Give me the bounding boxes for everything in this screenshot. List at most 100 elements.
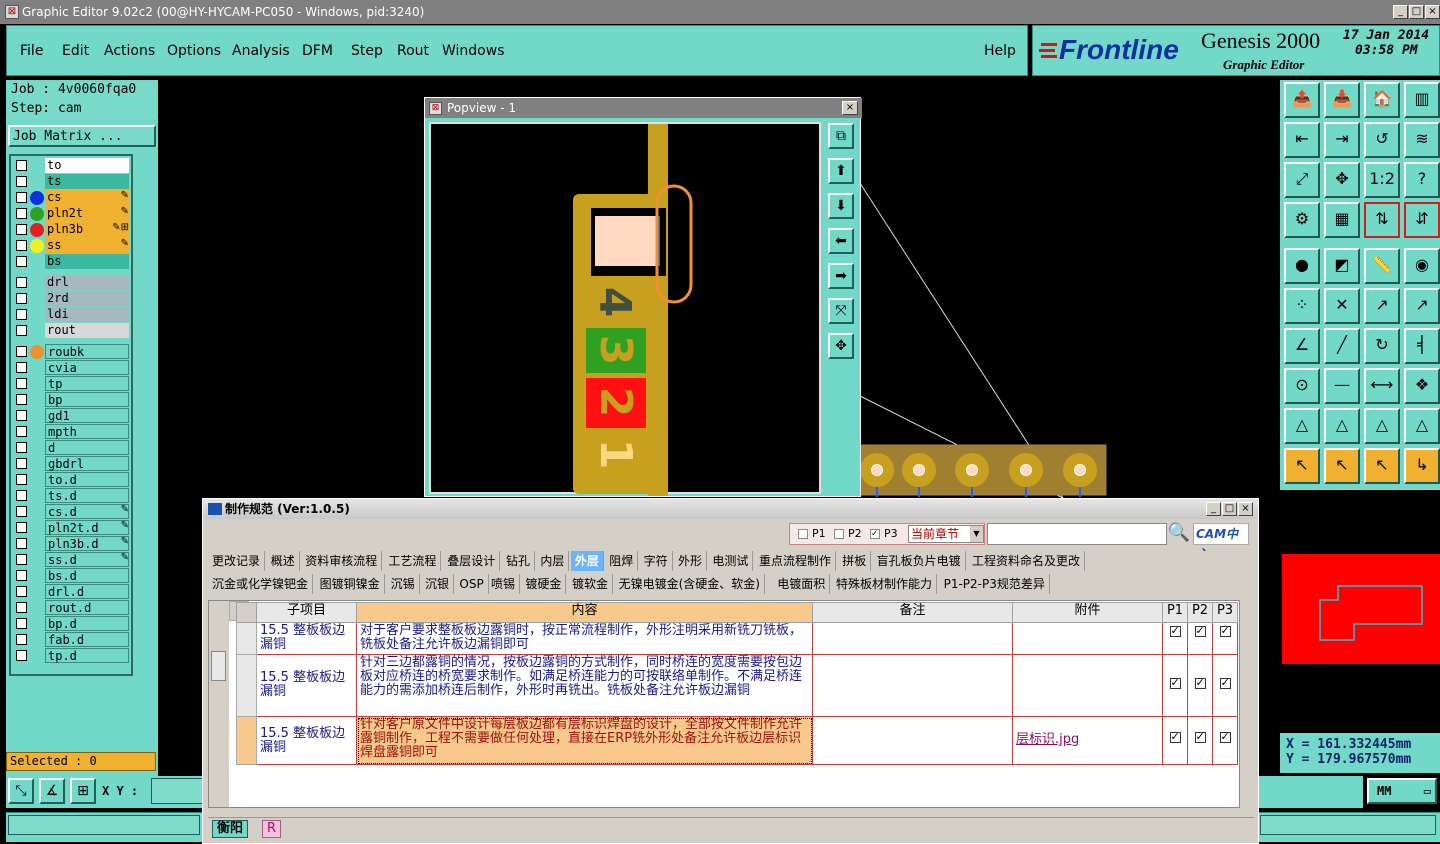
overview-window[interactable] xyxy=(1282,490,1440,732)
target-icon[interactable]: ⊙ xyxy=(1284,368,1320,404)
snap-icon[interactable]: ≋ xyxy=(1404,122,1440,158)
spec-dialog[interactable]: 制作规范 (Ver:1.0.5) _ □ × P1 P2 ✓ P3 当前章节 ▼ … xyxy=(202,498,1259,844)
layer-checkbox[interactable] xyxy=(16,426,27,437)
layer-row-bs-d[interactable]: bs.d xyxy=(11,568,135,583)
tab-tabs1-10[interactable]: 外形 xyxy=(674,551,708,571)
select-icon[interactable]: ↖ xyxy=(1364,448,1400,484)
split-view-icon[interactable]: ▥ xyxy=(1404,82,1440,118)
layer-checkbox[interactable] xyxy=(16,277,27,288)
search-icon[interactable]: 🔍 xyxy=(1167,522,1191,546)
menu-windows[interactable]: Windows xyxy=(442,43,505,59)
layer-checkbox[interactable] xyxy=(16,602,27,613)
node-icon[interactable]: ⁘ xyxy=(1284,288,1320,324)
select-icon[interactable]: ↖ xyxy=(1284,448,1320,484)
p1-filter-checkbox[interactable] xyxy=(798,529,808,539)
layer-name[interactable]: pln2t.d xyxy=(45,520,129,535)
layer-checkbox[interactable] xyxy=(16,325,27,336)
p2-checkbox[interactable] xyxy=(1194,624,1206,638)
layer-row-cvia[interactable]: cvia xyxy=(11,360,135,375)
triangle-icon[interactable]: △ xyxy=(1404,408,1440,444)
tab-tabs1-3[interactable]: 工艺流程 xyxy=(384,551,442,571)
layer-row-cs[interactable]: cs ✎ xyxy=(11,190,135,205)
pan-left-icon[interactable]: ⇤ xyxy=(1284,122,1320,158)
tab-tabs2-8[interactable]: 无镍电镀金(含硬金、软金) xyxy=(615,574,765,594)
popview-window[interactable]: Popview - 1 ⊠ × 4 3 2 1 ⧉ ⬆ ⬇ ⬅ ➡ ⤧ ✥ xyxy=(424,97,862,497)
layer-checkbox[interactable] xyxy=(16,160,27,171)
table-row[interactable]: 15.5 整板板边漏铜 针对三边都露铜的情况，按板边露铜的方式制作，同时桥连的宽… xyxy=(236,654,1238,717)
menu-rout[interactable]: Rout xyxy=(397,43,429,59)
layer-checkbox[interactable] xyxy=(16,293,27,304)
scope-select[interactable]: 当前章节 ▼ xyxy=(908,525,984,543)
menu-actions[interactable]: Actions xyxy=(104,43,155,59)
layer-row-rout[interactable]: rout xyxy=(11,323,135,338)
layer-row-d[interactable]: d xyxy=(11,440,135,455)
layer-name[interactable]: rout.d xyxy=(45,600,129,615)
fill-icon[interactable]: ◩ xyxy=(1324,248,1360,284)
menu-options[interactable]: Options xyxy=(167,43,221,59)
layer-checkbox[interactable] xyxy=(16,224,27,235)
layer-row-gbdrl[interactable]: gbdrl xyxy=(11,456,135,471)
p1-checkbox[interactable] xyxy=(1169,676,1181,690)
p3-filter-checkbox[interactable]: ✓ xyxy=(870,529,880,539)
layer-name[interactable]: rout xyxy=(45,323,129,338)
tab-tabs1-8[interactable]: 阻焊 xyxy=(605,551,639,571)
popview-center-icon[interactable]: ✥ xyxy=(828,333,854,359)
grid-left-scrollbar[interactable] xyxy=(209,601,229,807)
layer-checkbox[interactable] xyxy=(16,410,27,421)
settings-icon[interactable]: ⚙ xyxy=(1284,202,1320,238)
layer-checkbox[interactable] xyxy=(16,309,27,320)
layer-down-icon[interactable]: ⇵ xyxy=(1404,202,1440,238)
menu-dfm[interactable]: DFM xyxy=(302,43,333,59)
tab-tabs2-0[interactable]: 沉金或化学镍钯金 xyxy=(208,574,314,594)
layer-checkbox[interactable] xyxy=(16,442,27,453)
tab-tabs1-14[interactable]: 盲孔板负片电镀 xyxy=(873,551,966,571)
col-p3-header[interactable]: P3 xyxy=(1212,602,1238,623)
popview-close-button[interactable]: × xyxy=(842,101,858,115)
table-row[interactable]: 15.5 整板板边漏铜 对于客户要求整板板边露铜时，按正常流程制作，外形注明采用… xyxy=(236,622,1238,655)
layer-row-tp-d[interactable]: tp.d xyxy=(11,648,135,663)
export-icon[interactable]: 📤 xyxy=(1284,82,1320,118)
layer-row-cs-d[interactable]: cs.d ✎ xyxy=(11,504,135,519)
layer-checkbox[interactable] xyxy=(16,570,27,581)
circle-icon[interactable]: ◉ xyxy=(1404,248,1440,284)
table-row-selected[interactable]: 15.5 整板板边漏铜 针对客户原文件中设计每层板边都有层标识焊盘的设计，全部按… xyxy=(236,716,1238,765)
tab-tabs1-0[interactable]: 更改记录 xyxy=(208,551,266,571)
layer-name[interactable]: pln3b.d xyxy=(45,536,129,551)
col-note-header[interactable]: 备注 xyxy=(812,602,1013,623)
cross-icon[interactable]: ✕ xyxy=(1324,288,1360,324)
layer-name[interactable]: cs.d xyxy=(45,504,129,519)
layer-row-ss[interactable]: ss ✎ xyxy=(11,238,135,253)
attachment-link[interactable]: 层标识.jpg xyxy=(1012,716,1163,765)
tab-tabs2-1[interactable]: 图镀铜镍金 xyxy=(316,574,385,594)
popview-down-icon[interactable]: ⬇ xyxy=(828,193,854,219)
layer-checkbox[interactable] xyxy=(16,394,27,405)
pad-icon[interactable]: ● xyxy=(1284,248,1320,284)
layer-checkbox[interactable] xyxy=(16,586,27,597)
layer-row-pln3b[interactable]: pln3b ✎⊞ xyxy=(11,222,135,237)
layer-checkbox[interactable] xyxy=(16,474,27,485)
help-icon[interactable]: ? xyxy=(1404,162,1440,198)
layer-checkbox[interactable] xyxy=(16,362,27,373)
tab-tabs1-7[interactable]: 外层 xyxy=(570,551,604,571)
tab-tabs2-11[interactable]: P1-P2-P3规范差异 xyxy=(940,574,1050,594)
tab-tabs1-9[interactable]: 字符 xyxy=(640,551,673,571)
grid-right-scrollbar[interactable] xyxy=(1240,600,1256,810)
layer-checkbox[interactable] xyxy=(16,650,27,661)
layer-name[interactable]: bp xyxy=(45,392,129,407)
menu-step[interactable]: Step xyxy=(351,43,383,59)
layer-checkbox[interactable] xyxy=(16,192,27,203)
layer-row-ss-d[interactable]: ss.d ✎ xyxy=(11,552,135,567)
layer-name[interactable]: to.d xyxy=(45,472,129,487)
angle-icon[interactable]: ∠ xyxy=(1284,328,1320,364)
tab-tabs2-7[interactable]: 镀软金 xyxy=(568,574,614,594)
layer-checkbox[interactable] xyxy=(16,346,27,357)
layer-checkbox[interactable] xyxy=(16,634,27,645)
tab-tabs2-5[interactable]: 喷锡 xyxy=(487,574,521,594)
layer-row-gd1[interactable]: gd1 xyxy=(11,408,135,423)
tab-tabs1-12[interactable]: 重点流程制作 xyxy=(755,551,837,571)
dialog-minimize-button[interactable]: _ xyxy=(1206,502,1221,516)
maximize-button[interactable]: □ xyxy=(1409,5,1424,19)
pattern-icon[interactable]: ❖ xyxy=(1404,368,1440,404)
tab-tabs2-6[interactable]: 镀硬金 xyxy=(521,574,567,594)
align-icon[interactable]: ╡ xyxy=(1404,328,1440,364)
